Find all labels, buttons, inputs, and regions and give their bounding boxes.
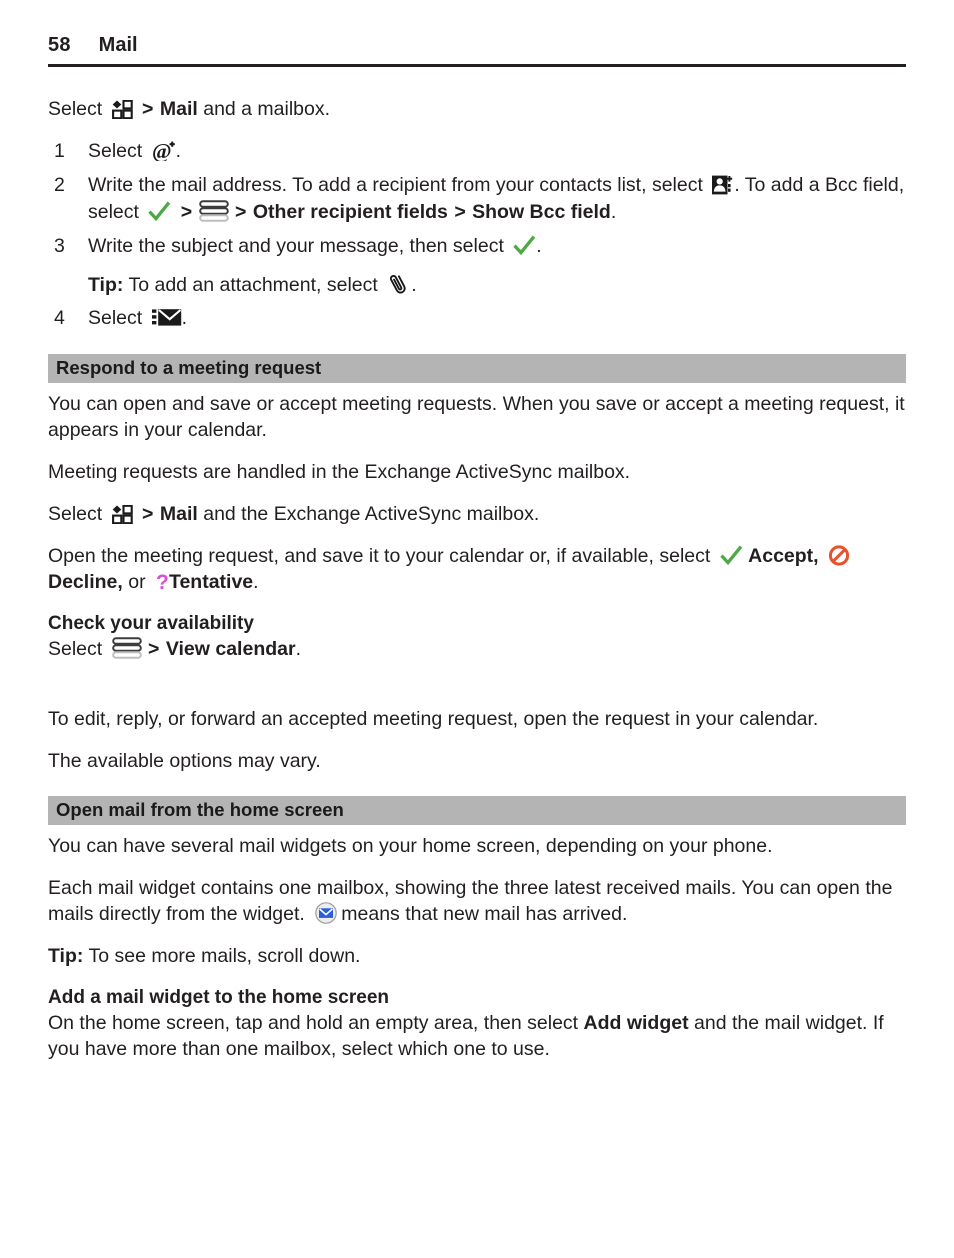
tip-indent-spacer (48, 272, 88, 299)
meeting-para-2: Meeting requests are handled in the Exch… (48, 461, 631, 483)
meeting-para-4: The available options may vary. (48, 750, 321, 772)
decline-no-entry-icon (828, 545, 850, 566)
step-text: Write the mail address. To add a recipie… (88, 172, 906, 226)
home-tip-text: To see more mails, scroll down. (88, 945, 361, 967)
step-text: Select @ . (88, 138, 906, 165)
chapter-title: Mail (98, 34, 138, 56)
add-widget-label: Add widget (583, 1012, 689, 1034)
options-stack-icon (198, 200, 229, 222)
step2-post: . (610, 201, 617, 223)
add-widget-instructions: On the home screen, tap and hold an empt… (48, 1010, 906, 1062)
apps-grid-icon (111, 505, 133, 524)
step1-pre: Select (88, 140, 143, 162)
meeting-para-3: To edit, reply, or forward an accepted m… (48, 708, 819, 730)
availability-select-line: Select > View calendar. (48, 636, 906, 662)
tip-attachment-text: Tip: To add an attachment, select . (88, 272, 906, 299)
tip-label: Tip: (88, 274, 124, 296)
meeting-tentative-label: Tentative (168, 571, 254, 593)
add-widget-pre: On the home screen, tap and hold an empt… (48, 1012, 579, 1034)
availability-post: . (295, 638, 301, 660)
send-mail-icon (151, 307, 182, 328)
tentative-question-icon: ? (155, 571, 169, 592)
meeting-open-line: Open the meeting request, and save it to… (48, 543, 906, 595)
tip-attachment: Tip: To add an attachment, select . (48, 272, 906, 299)
step3-post: . (536, 235, 542, 257)
options-stack-icon (111, 637, 142, 659)
step-number: 4 (54, 307, 65, 329)
step2-bold-show-bcc-field: Show Bcc field (472, 201, 611, 223)
green-check-icon (513, 235, 536, 256)
svg-text:?: ? (156, 571, 169, 592)
tip-attachment-body: To add an attachment, select (128, 274, 378, 296)
step-number: 2 (54, 174, 65, 196)
apps-grid-icon (111, 100, 133, 119)
intro-mail-label: Mail (159, 98, 198, 120)
step-item: 4 Select . (48, 305, 906, 332)
meeting-or-word: or (128, 571, 146, 593)
tip-label: Tip: (48, 945, 84, 967)
svg-text:@: @ (152, 139, 172, 161)
step1-post: . (175, 140, 182, 162)
meeting-decline-label: Decline, (48, 571, 123, 593)
home-para-1: You can have several mail widgets on you… (48, 835, 773, 857)
intro-select-word: Select (48, 98, 103, 120)
step2-pre: Write the mail address. To add a recipie… (88, 174, 703, 196)
home-para-2: Each mail widget contains one mailbox, s… (48, 875, 906, 927)
meeting-para-1: You can open and save or accept meeting … (48, 393, 905, 441)
breadcrumb-separator: > (148, 638, 160, 660)
step-text: Select . (88, 305, 906, 332)
meeting-open-post: . (253, 571, 259, 593)
new-mail-at-plus-icon: @ (152, 139, 176, 161)
home-para-2-b: means that new mail has arrived. (341, 903, 628, 925)
green-check-icon (720, 545, 743, 566)
meeting-select-line: Select > Mail and the Exchange ActiveSyn… (48, 501, 906, 527)
add-contact-icon (712, 175, 734, 195)
step4-pre: Select (88, 307, 143, 329)
green-check-icon (148, 201, 171, 222)
meeting-select-pre: Select (48, 503, 103, 525)
breadcrumb-separator: > (235, 201, 247, 223)
meeting-open-pre: Open the meeting request, and save it to… (48, 545, 711, 567)
paperclip-icon (387, 273, 411, 295)
step-number: 1 (54, 140, 65, 162)
tip-attachment-post: . (411, 274, 417, 296)
step-item: 2 Write the mail address. To add a recip… (48, 172, 906, 226)
meeting-accept-label: Accept, (748, 545, 819, 567)
step-item: 3 Write the subject and your message, th… (48, 233, 906, 260)
breadcrumb-separator: > (142, 503, 154, 525)
availability-pre: Select (48, 638, 103, 660)
manual-page: 58 Mail Select > Mail and a mailbox. 1 S… (0, 0, 954, 1258)
compose-steps-list: 1 Select @ . 2 Write the mail address. T… (48, 138, 906, 332)
step-number: 3 (54, 235, 65, 257)
breadcrumb-separator: > (180, 201, 193, 223)
header-divider (48, 64, 906, 67)
home-tip: Tip: To see more mails, scroll down. (48, 943, 906, 969)
step-item: 1 Select @ . (48, 138, 906, 165)
subheading-check-your-availability: Check your availability (48, 613, 254, 634)
availability-view-calendar-label: View calendar (165, 638, 296, 660)
page-content: Select > Mail and a mailbox. 1 Select @ … (48, 96, 906, 1062)
intro-select-line: Select > Mail and a mailbox. (48, 96, 906, 122)
step-text: Write the subject and your message, then… (88, 233, 906, 260)
page-header: 58 Mail (48, 34, 906, 57)
meeting-select-mail-label: Mail (159, 503, 198, 525)
breadcrumb-separator: > (454, 201, 466, 223)
step2-bold-other-recipient-fields: Other recipient fields (252, 201, 448, 223)
new-mail-arrived-icon (314, 902, 338, 924)
section-heading-respond-to-meeting-request: Respond to a meeting request (48, 354, 906, 383)
meeting-select-post: and the Exchange ActiveSync mailbox. (203, 503, 540, 525)
breadcrumb-separator: > (142, 98, 154, 120)
step4-post: . (181, 307, 188, 329)
step3-pre: Write the subject and your message, then… (88, 235, 504, 257)
subheading-add-mail-widget: Add a mail widget to the home screen (48, 987, 390, 1008)
intro-rest-text: and a mailbox. (203, 98, 331, 120)
page-number: 58 (48, 34, 71, 56)
section-heading-open-mail-from-home-screen: Open mail from the home screen (48, 796, 906, 825)
